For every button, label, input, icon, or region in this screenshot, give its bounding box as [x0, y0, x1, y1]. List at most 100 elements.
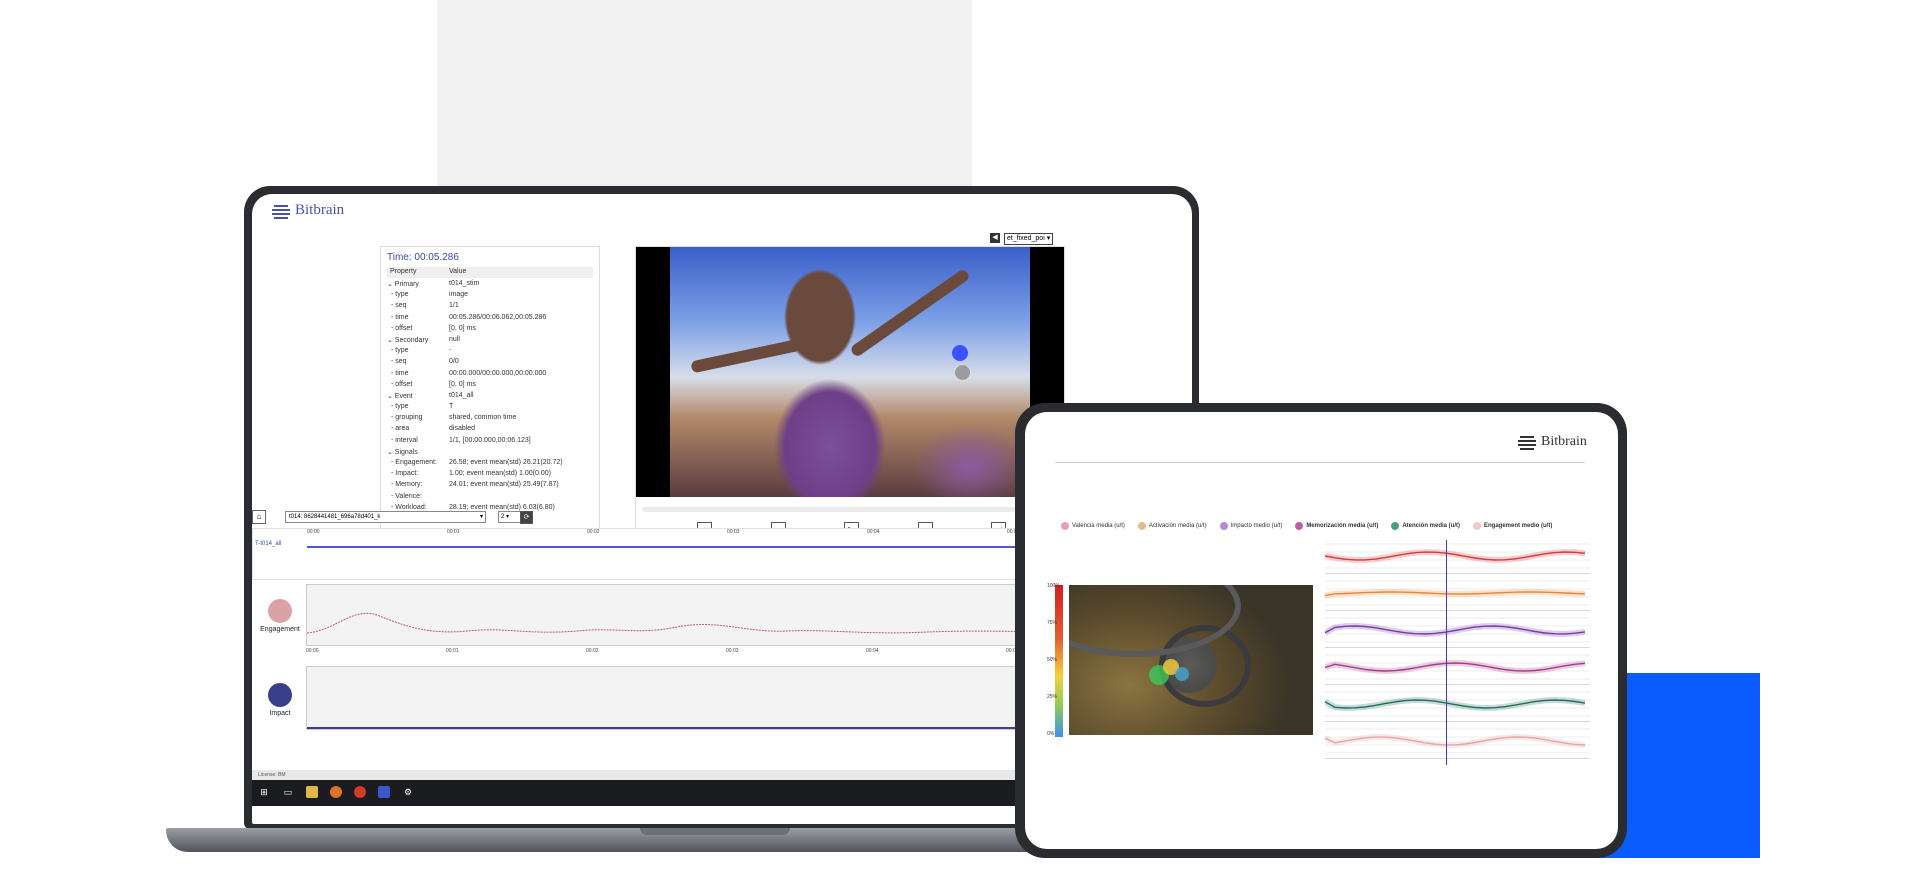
legend-label: Engagement medio (u/t) — [1484, 523, 1553, 529]
property-row: - grouping shared, common time — [387, 414, 597, 425]
back-button[interactable]: ◀ — [990, 233, 1000, 243]
time-tick-label: 00:00 — [307, 529, 320, 535]
property-row[interactable]: ⌄ Secondary null — [387, 336, 597, 347]
property-value: 26.58; event mean(std) 26.21(20.72) — [449, 459, 563, 466]
chevron-down-icon: ▾ — [479, 514, 483, 520]
metric-panel — [1324, 577, 1590, 611]
property-key: - offset — [391, 324, 413, 332]
property-key: - Engagement: — [391, 459, 437, 466]
property-value: t014_all — [449, 391, 474, 399]
number-select-value: 2 — [501, 514, 505, 520]
property-row: - type image — [387, 291, 597, 302]
property-value: disabled — [449, 425, 476, 433]
property-row: - Valence: — [387, 493, 597, 504]
heat-blob — [1175, 667, 1189, 681]
property-row: - Engagement: 26.58; event mean(std) 26.2… — [387, 459, 597, 470]
heat-scale-label: 100% — [1047, 583, 1060, 589]
property-row: - Impact: 1.00; event mean(std) 1.00(0.00… — [387, 470, 597, 481]
legend-swatch — [1295, 522, 1304, 530]
property-key: - Memory: — [391, 481, 423, 489]
metric-panel — [1324, 540, 1590, 574]
overlay-select[interactable]: et_fixed_poi ▾ — [1004, 233, 1054, 245]
time-tick-label: 00:01 — [446, 648, 459, 654]
file-explorer-icon[interactable] — [306, 786, 318, 798]
legend-label: Impacto medio (u/t) — [1230, 523, 1283, 529]
signal-name-impact: Impact — [269, 710, 291, 717]
background-gray-panel — [437, 0, 972, 187]
property-key: - type — [391, 291, 409, 299]
number-select[interactable]: 2 ▾ — [498, 511, 522, 523]
property-value: T — [449, 403, 454, 411]
metric-series — [1324, 654, 1590, 680]
time-tick-label: 00:01 — [447, 529, 460, 535]
property-value: - — [449, 347, 452, 355]
metric-panel — [1323, 725, 1590, 759]
property-row: - offset [0, 0] ms — [387, 381, 597, 392]
stimulus-select[interactable]: t014: 8628441481_696a78d401_k ▾ — [285, 511, 486, 523]
property-key: - type — [391, 403, 409, 411]
property-row: - seq 1/1 — [387, 302, 597, 313]
bitbrain-logo-icon — [1518, 436, 1536, 450]
property-key: - Impact: — [391, 470, 419, 478]
legend-label: Activación media (u/t) — [1148, 523, 1207, 529]
heat-scale-label: 75% — [1047, 620, 1058, 626]
windows-start-icon[interactable]: ⊞ — [258, 786, 270, 798]
property-value: 1/1, [00:00.000,00:06.123] — [449, 436, 531, 444]
video-player: ⏮ ‹ ▶ › ⏭ — [635, 246, 1065, 539]
property-value: 00:05.286/00:06.062,00:05.286 — [449, 313, 547, 321]
property-value: 1.00; event mean(std) 1.00(0.00) — [449, 470, 551, 478]
metrics-legend: Valencia media (u/t) Activación media (u/… — [1061, 522, 1552, 530]
track-label: T-t014_all — [255, 541, 282, 547]
laptop-notch — [640, 828, 790, 835]
video-scrubber[interactable] — [642, 505, 1056, 513]
legend-item[interactable]: Memorización media (u/t) — [1295, 522, 1378, 530]
property-row[interactable]: ⌄ Event t014_all — [387, 392, 597, 403]
property-value: 0/0 — [449, 358, 459, 366]
property-value: t014_stim — [449, 280, 480, 287]
property-key: - Valence: — [391, 492, 422, 500]
legend-item[interactable]: Impacto medio (u/t) — [1219, 522, 1283, 530]
laptop-brand: Bitbrain — [272, 202, 344, 219]
metric-series — [1324, 543, 1590, 569]
refresh-button[interactable]: ⟳ — [520, 511, 533, 524]
legend-item[interactable]: Atención media (u/t) — [1391, 522, 1460, 530]
time-tick-label: 00:02 — [587, 529, 600, 535]
property-value: image — [449, 291, 469, 299]
legend-label: Memorización media (u/t) — [1306, 523, 1379, 529]
legend-item[interactable]: Activación media (u/t) — [1137, 522, 1207, 530]
property-row[interactable]: ⌄ Primary t014_stim — [387, 280, 597, 291]
metric-series — [1323, 728, 1590, 754]
heatmap-image[interactable] — [1069, 585, 1313, 735]
stimulus-select-value: t014: 8628441481_696a78d401_k — [289, 514, 381, 520]
property-key: - type — [391, 347, 409, 355]
video-canvas[interactable] — [636, 247, 1064, 497]
property-key: - area — [391, 425, 410, 433]
bitbrain-logo-icon — [272, 204, 290, 219]
property-key: ⌄ Secondary — [387, 336, 429, 344]
task-view-icon[interactable]: ▭ — [282, 786, 294, 798]
home-button[interactable]: ⌂ — [252, 510, 266, 524]
app-icon[interactable] — [354, 786, 366, 798]
impact-icon — [268, 683, 292, 707]
signal-name-engagement: Engagement — [260, 626, 300, 633]
legend-swatch — [1137, 522, 1146, 530]
metric-series — [1323, 691, 1590, 717]
property-header: Property Value — [387, 267, 593, 278]
legend-item[interactable]: Engagement medio (u/t) — [1473, 522, 1552, 530]
property-row[interactable]: ⌄ Signals — [387, 448, 597, 459]
property-value: 24.01; event mean(std) 25.49(7.87) — [449, 481, 559, 489]
bitbrain-app-icon[interactable] — [378, 786, 390, 798]
metric-series — [1324, 580, 1590, 606]
property-row: - type T — [387, 403, 597, 414]
cursor-line — [1446, 540, 1447, 765]
gear-icon[interactable]: ⚙ — [402, 786, 414, 798]
col-value: Value — [449, 268, 467, 275]
metric-panel — [1323, 688, 1590, 722]
time-tick-label: 00:00 — [306, 648, 319, 654]
legend-item[interactable]: Valencia media (u/t) — [1061, 522, 1125, 530]
time-tick-label: 00:02 — [586, 648, 599, 654]
property-key: - Workload: — [391, 503, 427, 511]
heat-scale-label: 0% — [1047, 731, 1055, 737]
overlay-select-value: et_fixed_poi — [1007, 235, 1045, 242]
firefox-icon[interactable] — [330, 786, 342, 798]
